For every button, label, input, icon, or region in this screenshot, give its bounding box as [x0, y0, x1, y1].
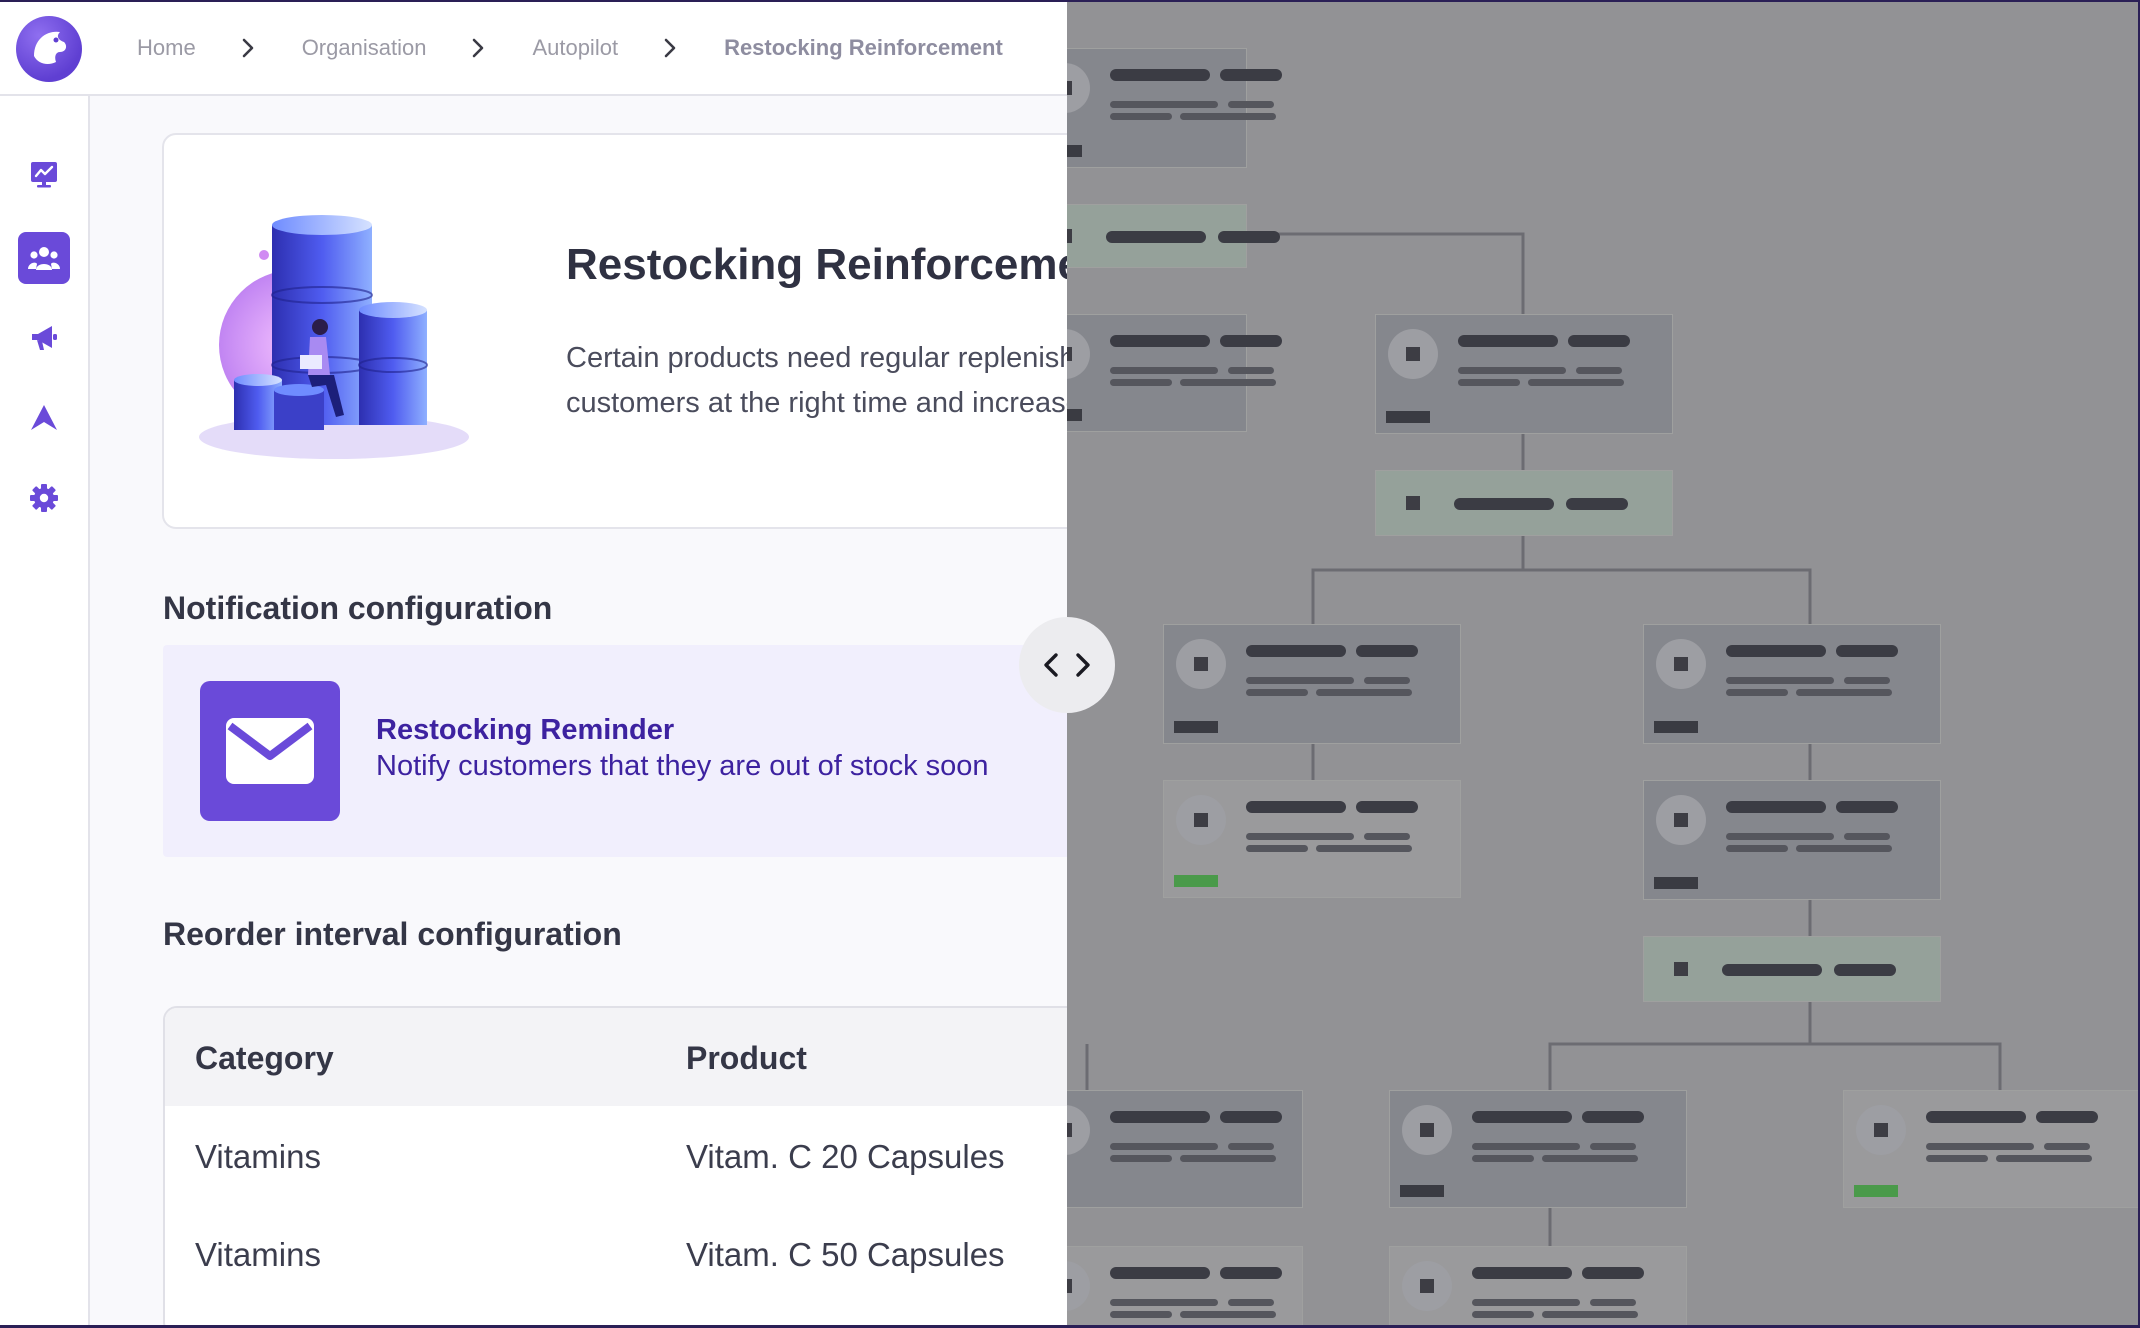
sidebar-item-dashboard[interactable]: [18, 148, 70, 200]
sidebar-item-settings[interactable]: [18, 472, 70, 524]
breadcrumb: Home Organisation Autopilot Restocking R…: [137, 2, 1003, 94]
workflow-node[interactable]: [1643, 936, 1941, 1002]
gear-icon: [30, 484, 58, 512]
chevron-right-icon: [1076, 653, 1090, 677]
database-illustration: [199, 215, 469, 459]
hero-card: [162, 133, 1067, 529]
reorder-interval-table: Category Product Vitamins Vitam. C 20 Ca…: [163, 1006, 1067, 1325]
reorder-section-title: Reorder interval configuration: [163, 916, 622, 952]
breadcrumb-current: Restocking Reinforcement: [724, 35, 1003, 60]
eagle-logo-icon[interactable]: [16, 16, 82, 82]
sidebar-item-campaigns[interactable]: [18, 312, 70, 364]
top-bar: Home Organisation Autopilot Restocking R…: [0, 2, 1067, 96]
workflow-node[interactable]: [1643, 624, 1941, 744]
workflow-node[interactable]: [1375, 470, 1673, 536]
workflow-node[interactable]: [1843, 1090, 2138, 1208]
chevron-left-icon: [1044, 653, 1058, 677]
chevron-right-icon: [242, 38, 253, 58]
workflow-node[interactable]: [1163, 624, 1461, 744]
cell-product: Vitam. C 50 Capsules: [686, 1236, 1005, 1273]
megaphone-icon: [32, 326, 57, 350]
cell-category: Vitamins: [195, 1236, 321, 1273]
notification-section-title: Notification configuration: [163, 590, 553, 626]
breadcrumb-organisation[interactable]: Organisation: [302, 35, 427, 61]
workflow-node[interactable]: [1067, 204, 1280, 268]
breadcrumb-home[interactable]: Home: [137, 35, 196, 61]
workflow-node[interactable]: [1375, 314, 1673, 434]
workflow-preview-panel: [1067, 2, 2138, 1325]
sidebar-item-audience[interactable]: [18, 232, 70, 284]
sidebar: [0, 96, 90, 1325]
notification-description: Notify customers that they are out of st…: [376, 750, 989, 782]
workflow-node[interactable]: [1389, 1090, 1687, 1208]
mail-icon: [200, 681, 340, 821]
table-header: Category Product: [165, 1008, 1067, 1106]
sidebar-item-autopilot[interactable]: [18, 392, 70, 444]
chevron-right-icon: [473, 38, 484, 58]
breadcrumb-autopilot[interactable]: Autopilot: [532, 35, 618, 61]
audience-group-icon: [28, 247, 60, 270]
column-header-product: Product: [686, 1040, 807, 1076]
dashboard-chart-icon: [31, 162, 57, 188]
workflow-node[interactable]: [1067, 48, 1282, 168]
chevron-right-icon: [664, 38, 676, 58]
app-window: Home Organisation Autopilot Restocking R…: [0, 2, 2138, 1325]
workflow-node[interactable]: [1163, 780, 1461, 898]
cell-category: Vitamins: [195, 1138, 321, 1175]
workflow-node[interactable]: [1067, 1090, 1303, 1208]
column-header-category: Category: [195, 1040, 334, 1076]
notification-title: Restocking Reminder: [376, 714, 675, 746]
workflow-node[interactable]: [1643, 780, 1941, 900]
split-view-toggle[interactable]: [1019, 617, 1115, 713]
autopilot-icon: [31, 405, 57, 430]
hero-description: Certain products need regular replenishm…: [566, 342, 1067, 419]
hero-title: Restocking Reinforcement: [566, 240, 1067, 289]
workflow-node[interactable]: [1067, 1246, 1303, 1325]
cell-product: Vitam. C 20 Capsules: [686, 1138, 1005, 1175]
config-panel: Home Organisation Autopilot Restocking R…: [0, 2, 1067, 1325]
workflow-node[interactable]: [1067, 314, 1282, 432]
workflow-node[interactable]: [1389, 1246, 1687, 1325]
